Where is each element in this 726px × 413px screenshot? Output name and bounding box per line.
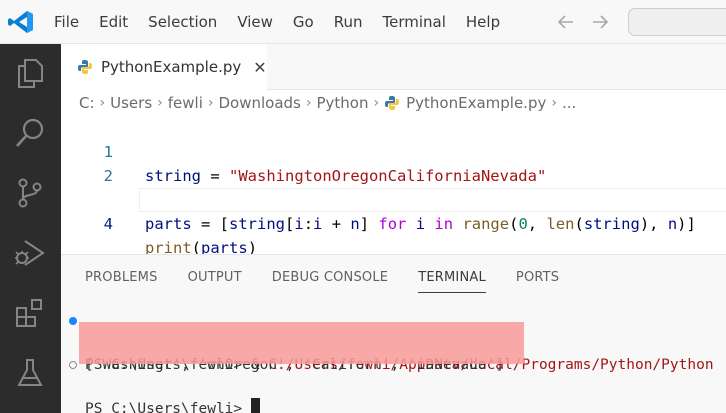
terminal-cursor	[250, 398, 260, 413]
testing-icon[interactable]	[13, 356, 47, 390]
tab-terminal[interactable]: TERMINAL	[418, 267, 486, 293]
breadcrumb-item[interactable]: Python	[317, 94, 369, 112]
code-line: 1 string = "WashingtonOregonCaliforniaNe…	[61, 116, 726, 185]
tab-label: PythonExample.py	[101, 58, 242, 76]
run-debug-icon[interactable]	[13, 236, 47, 270]
chevron-right-icon: ›	[551, 95, 557, 111]
breadcrumb-item[interactable]: Downloads	[219, 94, 301, 112]
menu-terminal[interactable]: Terminal	[373, 0, 456, 44]
tab-problems[interactable]: PROBLEMS	[85, 267, 158, 293]
output-highlight	[79, 322, 524, 364]
menu-bar: File Edit Selection View Go Run Terminal…	[44, 0, 510, 44]
breadcrumb-item[interactable]: Users	[110, 94, 152, 112]
back-arrow-icon[interactable]	[556, 12, 576, 32]
command-center-search[interactable]	[628, 8, 726, 36]
editor-area: PythonExample.py ✕ C: › Users › fewli › …	[61, 44, 726, 257]
python-icon	[78, 60, 92, 74]
menu-view[interactable]: View	[227, 0, 283, 44]
chevron-right-icon: ›	[207, 95, 214, 111]
editor-tab-bar: PythonExample.py ✕	[61, 44, 726, 90]
tab-ports[interactable]: PORTS	[516, 267, 559, 293]
search-icon[interactable]	[13, 116, 47, 150]
navigation-arrows	[556, 0, 610, 44]
breadcrumb-item[interactable]: ...	[562, 94, 576, 112]
command-decoration-icon[interactable]	[69, 361, 77, 369]
line-number: 4	[103, 215, 113, 233]
breadcrumb: C: › Users › fewli › Downloads › Python …	[79, 90, 576, 116]
tab-python-example[interactable]: PythonExample.py ✕	[61, 44, 267, 90]
breadcrumb-item[interactable]: fewli	[168, 94, 203, 112]
code-line: 3 parts = [string[i:i + n] for i in rang…	[61, 164, 726, 233]
title-bar: File Edit Selection View Go Run Terminal…	[0, 0, 726, 44]
code-text: parts = [string[i:i + n] for i in range(…	[145, 215, 696, 233]
activity-bar	[0, 44, 61, 413]
menu-go[interactable]: Go	[283, 0, 324, 44]
command-success-icon[interactable]	[69, 317, 77, 325]
extensions-icon[interactable]	[13, 296, 47, 330]
breadcrumb-item[interactable]: PythonExample.py	[406, 94, 546, 112]
source-control-icon[interactable]	[13, 176, 47, 210]
menu-help[interactable]: Help	[456, 0, 510, 44]
close-icon[interactable]: ✕	[253, 58, 266, 77]
menu-run[interactable]: Run	[324, 0, 373, 44]
menu-file[interactable]: File	[44, 0, 89, 44]
current-line-highlight	[139, 188, 726, 212]
menu-edit[interactable]: Edit	[89, 0, 138, 44]
tab-debug-console[interactable]: DEBUG CONSOLE	[272, 267, 388, 293]
tab-output[interactable]: OUTPUT	[188, 267, 242, 293]
vscode-logo-icon[interactable]	[8, 10, 34, 34]
chevron-right-icon: ›	[373, 95, 380, 111]
menu-selection[interactable]: Selection	[138, 0, 227, 44]
terminal-text: PS C:\Users\fewli>	[85, 398, 260, 413]
chevron-right-icon: ›	[157, 95, 163, 111]
panel-tab-bar: PROBLEMS OUTPUT DEBUG CONSOLE TERMINAL P…	[85, 267, 589, 293]
explorer-icon[interactable]	[13, 56, 47, 90]
chevron-right-icon: ›	[99, 95, 106, 111]
forward-arrow-icon[interactable]	[590, 12, 610, 32]
chevron-right-icon: ›	[305, 95, 312, 111]
python-icon	[385, 96, 400, 110]
code-line: 2 n = 8	[61, 140, 726, 209]
breadcrumb-item[interactable]: C:	[79, 94, 95, 112]
